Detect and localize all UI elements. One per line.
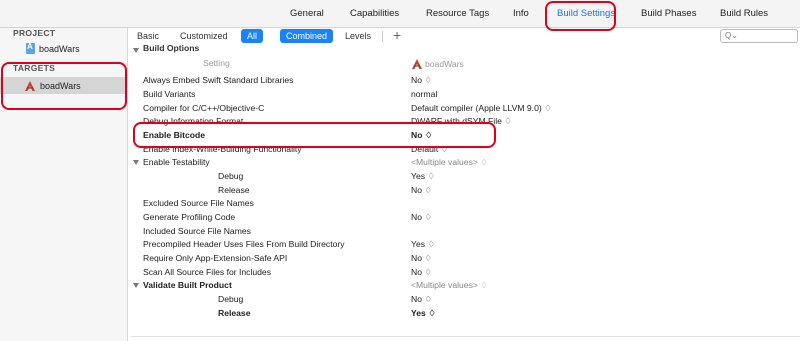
setting-row[interactable]: Debug Information Format DWARF with dSYM… <box>130 115 800 129</box>
setting-row[interactable]: Debug No ♢ <box>130 293 800 307</box>
setting-value[interactable]: DWARF with dSYM File ♢ <box>411 115 512 128</box>
setting-label: Debug Information Format <box>143 116 244 126</box>
setting-label: Scan All Source Files for Includes <box>143 267 272 277</box>
sidebar-item-project[interactable]: boadWars <box>26 42 80 54</box>
app-target-icon <box>24 80 36 92</box>
tab-build-settings[interactable]: Build Settings <box>557 0 615 28</box>
setting-value[interactable]: No ♢ <box>411 184 432 197</box>
tab-general[interactable]: General <box>290 0 324 28</box>
setting-value[interactable]: No ♢ <box>411 211 432 224</box>
setting-row-enable-bitcode[interactable]: Enable Bitcode No ♢ <box>130 129 800 143</box>
setting-value[interactable]: No ♢ <box>411 293 432 306</box>
setting-value[interactable]: <Multiple values> ♢ <box>411 156 488 169</box>
project-header: PROJECT <box>13 28 56 38</box>
setting-value[interactable]: No ♢ <box>411 74 432 87</box>
table-bottom-divider <box>130 336 800 337</box>
filter-customized-button[interactable]: Customized <box>176 29 232 43</box>
setting-label: Excluded Source File Names <box>143 198 254 208</box>
filter-all-button[interactable]: All <box>241 29 264 43</box>
setting-column-header: Setting <box>203 58 230 68</box>
tab-build-rules[interactable]: Build Rules <box>720 0 768 28</box>
setting-row[interactable]: Release No ♢ <box>130 184 800 198</box>
setting-label: Validate Built Product <box>143 280 232 290</box>
setting-label: Release <box>218 185 250 195</box>
setting-value[interactable]: No ♢ <box>411 252 432 265</box>
setting-row[interactable]: Debug Yes ♢ <box>130 170 800 184</box>
setting-value[interactable]: Yes ♢ <box>411 170 435 183</box>
setting-label: Debug <box>218 294 244 304</box>
disclosure-triangle-icon[interactable] <box>133 283 139 288</box>
setting-row[interactable]: Generate Profiling Code No ♢ <box>130 211 800 225</box>
search-input[interactable]: Q⌄ <box>720 29 798 43</box>
setting-value[interactable]: No ♢ <box>411 129 433 142</box>
setting-value[interactable]: <Multiple values> ♢ <box>411 279 488 292</box>
setting-label: Require Only App-Extension-Safe API <box>143 253 288 263</box>
app-target-icon <box>411 58 423 70</box>
setting-row[interactable]: Precompiled Header Uses Files From Build… <box>130 238 800 252</box>
build-settings-filter-bar: Basic Customized All Combined Levels + Q… <box>128 27 800 44</box>
setting-value[interactable]: No ♢ <box>411 266 432 279</box>
setting-label: Enable Testability <box>143 157 210 167</box>
setting-row[interactable]: Compiler for C/C++/Objective-C Default c… <box>130 102 800 116</box>
filter-basic-button[interactable]: Basic <box>133 29 163 43</box>
setting-row[interactable]: Always Embed Swift Standard Libraries No… <box>130 74 800 88</box>
setting-label: Precompiled Header Uses Files From Build… <box>143 239 345 249</box>
setting-value[interactable]: Yes ♢ <box>411 307 436 320</box>
column-header-row: Setting boadWars <box>130 58 800 72</box>
project-file-icon <box>26 42 35 54</box>
setting-label: Always Embed Swift Standard Libraries <box>143 75 294 85</box>
tab-build-phases[interactable]: Build Phases <box>641 0 696 28</box>
tab-capabilities[interactable]: Capabilities <box>350 0 399 28</box>
tab-resource-tags[interactable]: Resource Tags <box>426 0 489 28</box>
setting-label: Enable Bitcode <box>143 130 206 140</box>
divider <box>382 31 383 42</box>
setting-value[interactable]: Default compiler (Apple LLVM 9.0) ♢ <box>411 102 552 115</box>
setting-row[interactable]: Require Only App-Extension-Safe API No ♢ <box>130 252 800 266</box>
editor-tab-bar: General Capabilities Resource Tags Info … <box>0 0 800 28</box>
sidebar-item-target[interactable]: boadWars <box>0 77 128 94</box>
targets-header: TARGETS <box>13 63 56 73</box>
setting-row[interactable]: Enable Testability <Multiple values> ♢ <box>130 156 800 170</box>
setting-row[interactable]: Included Source File Names <box>130 225 800 239</box>
build-settings-table: Build Options Setting boadWars Always Em… <box>130 43 800 341</box>
view-combined-button[interactable]: Combined <box>280 29 334 43</box>
section-title: Build Options <box>143 43 200 53</box>
setting-row[interactable]: Release Yes ♢ <box>130 307 800 321</box>
setting-row[interactable]: Excluded Source File Names <box>130 197 800 211</box>
view-levels-button[interactable]: Levels <box>341 29 375 43</box>
setting-row[interactable]: Scan All Source Files for Includes No ♢ <box>130 266 800 280</box>
sidebar-item-label: boadWars <box>40 80 81 91</box>
setting-row[interactable]: Enable Index-While-Building Functionalit… <box>130 143 800 157</box>
setting-label: Compiler for C/C++/Objective-C <box>143 103 265 113</box>
setting-label: Included Source File Names <box>143 226 251 236</box>
setting-label: Debug <box>218 171 244 181</box>
setting-row[interactable]: Build Variants normal <box>130 88 800 102</box>
sidebar-item-label: boadWars <box>39 43 80 54</box>
setting-label: Generate Profiling Code <box>143 212 236 222</box>
setting-label: Release <box>218 308 251 318</box>
target-column-header: boadWars <box>411 58 464 70</box>
setting-label: Enable Index-While-Building Functionalit… <box>143 144 302 154</box>
setting-value[interactable]: Default ♢ <box>411 143 448 156</box>
setting-value[interactable]: normal <box>411 88 437 101</box>
setting-row[interactable]: Validate Built Product <Multiple values>… <box>130 279 800 293</box>
setting-value[interactable]: Yes ♢ <box>411 238 435 251</box>
setting-label: Build Variants <box>143 89 196 99</box>
search-icon: Q⌄ <box>725 31 738 40</box>
disclosure-triangle-icon[interactable] <box>133 48 139 53</box>
project-navigator-sidebar: PROJECT boadWars TARGETS boadWars <box>0 28 128 341</box>
disclosure-triangle-icon[interactable] <box>133 160 139 165</box>
tab-info[interactable]: Info <box>513 0 529 28</box>
add-setting-button[interactable]: + <box>393 27 401 43</box>
section-header-build-options[interactable]: Build Options <box>130 43 800 58</box>
